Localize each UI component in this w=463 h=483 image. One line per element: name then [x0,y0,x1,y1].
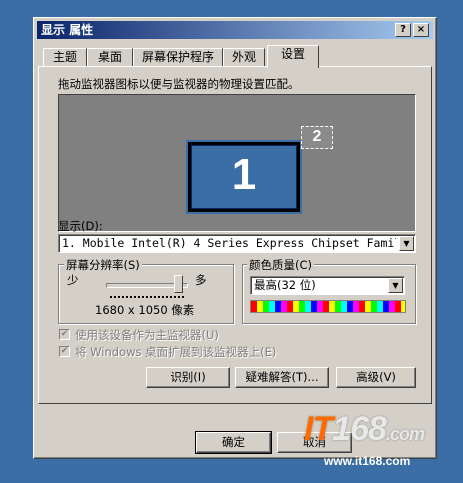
monitor-1-screen: 1 [191,145,297,209]
resolution-slider-thumb[interactable] [174,275,183,293]
display-label: 显示(D): [58,219,103,233]
display-select-value: 1. Mobile Intel(R) 4 Series Express Chip… [62,236,396,250]
display-properties-window: 显示 属性 ? × 主题 桌面 屏幕保护程序 外观 设置 拖动监视器图标以便与监… [33,17,437,459]
resolution-slider-ticks [110,296,184,300]
extend-desktop-label: 将 Windows 桌面扩展到该监视器上(E) [75,345,277,359]
resolution-value: 1680 x 1050 像素 [95,303,195,317]
identify-button[interactable]: 识别(I) [146,367,230,388]
display-select[interactable]: 1. Mobile Intel(R) 4 Series Express Chip… [58,234,416,253]
chevron-down-icon[interactable]: ▼ [399,236,414,251]
color-quality-label: 颜色质量(C) [247,257,315,273]
resolution-label: 屏幕分辨率(S) [64,257,142,273]
extend-desktop-checkbox[interactable]: ✔ [59,346,70,357]
monitor-1-number: 1 [231,150,257,199]
color-quality-select[interactable]: 最高(32 位) ▼ [250,276,405,295]
it168-logo: IT168.com [304,410,425,448]
watermark-url: www.it168.com [324,454,411,468]
resolution-more-label: 多 [195,273,207,287]
color-spectrum-bar [250,300,406,313]
primary-monitor-checkbox[interactable]: ✔ [59,329,70,340]
chevron-down-icon[interactable]: ▼ [388,278,403,293]
monitor-2[interactable]: 2 [301,126,333,149]
primary-monitor-label: 使用该设备作为主监视器(U) [75,328,219,342]
monitor-arrangement-area[interactable]: 1 2 [58,94,416,232]
instruction-text: 拖动监视器图标以便与监视器的物理设置匹配。 [58,77,300,91]
resolution-less-label: 少 [67,273,79,287]
color-quality-value: 最高(32 位) [254,278,316,292]
advanced-button[interactable]: 高级(V) [336,367,416,388]
ok-button[interactable]: 确定 [195,431,272,454]
monitor-1[interactable]: 1 [186,140,302,214]
it168-watermark: IT168.com www.it168.com [300,410,463,483]
troubleshoot-button[interactable]: 疑难解答(T)... [235,367,329,388]
